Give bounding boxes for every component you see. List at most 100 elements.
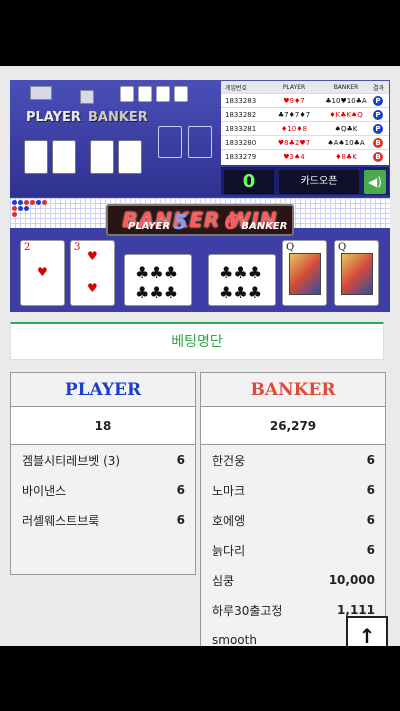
club-icon: ♣♣♣	[135, 263, 179, 282]
history-row: 1833279 ♥3♠4 ♦8♣K B	[221, 149, 389, 163]
status-bar	[0, 0, 400, 66]
bet-row: 심쿵 10,000	[201, 565, 385, 595]
player-bets-heading: PLAYER	[11, 373, 195, 407]
heart-icon: ♥	[87, 249, 98, 263]
history-col-player: PLAYER	[282, 83, 306, 91]
bet-amount: 6	[176, 513, 185, 527]
history-col-id: 게임번호	[225, 84, 248, 92]
card-shoe-small	[80, 90, 94, 104]
betting-list-title: 베팅명단	[10, 322, 384, 360]
history-col-result: 결과	[373, 84, 385, 92]
bettor-name: 겜블시티레브벳 (3)	[22, 453, 121, 468]
bet-row: 겜블시티레브벳 (3) 6	[11, 445, 195, 475]
history-id: 1833279	[225, 152, 257, 161]
history-player: ♥8♣2♥7	[277, 138, 311, 147]
road-dot	[12, 200, 17, 205]
bet-row: 한건웅 6	[201, 445, 385, 475]
game-history: 게임번호 PLAYER BANKER 결과 1833283 ♥9♦7 ♣10♥1…	[221, 81, 389, 165]
bettor-name: 바이낸스	[22, 483, 67, 498]
history-row: 1833283 ♥9♦7 ♣10♥10♣A P	[221, 93, 389, 107]
bet-row: 바이낸스 6	[11, 475, 195, 505]
history-banker: ♣10♥10♣A	[325, 96, 367, 105]
history-id: 1833281	[225, 124, 257, 133]
history-player: ♥3♠4	[283, 152, 305, 161]
history-row: 1833282 ♣7♦7♦7 ♦K♣K♠Q P	[221, 107, 389, 121]
banker-card-3: Q	[334, 240, 379, 306]
bettor-name: 호에엥	[212, 513, 246, 528]
card-slot	[158, 126, 182, 158]
table-player-label: PLAYER	[26, 110, 81, 125]
queen-figure	[341, 253, 373, 295]
bettor-name: smooth	[212, 633, 257, 646]
bet-amount: 6	[366, 543, 375, 557]
game-controls: 0 카드오픈 ◀)	[221, 167, 389, 195]
bettor-name: 하루30출고정	[212, 603, 283, 618]
bet-row: 러셀웨스트브룩 6	[11, 505, 195, 535]
history-player: ♦10♦8	[281, 124, 307, 133]
bettor-name: 노마크	[212, 483, 246, 498]
card-slot	[188, 126, 212, 158]
club-icon: ♣♣♣	[135, 283, 179, 302]
history-id: 1833280	[225, 138, 257, 147]
road-dot	[24, 206, 29, 211]
banker-card-1: ♣♣♣ ♣♣♣	[208, 254, 276, 306]
baccarat-game: PLAYER BANKER 게임번호 PLAYER BANKER 결과 1833…	[10, 80, 390, 312]
road-dot	[18, 200, 23, 205]
page-content: PLAYER BANKER 게임번호 PLAYER BANKER 결과 1833…	[0, 66, 400, 646]
banker-score-text: BANKER	[241, 221, 288, 232]
bet-row: 노마크 6	[201, 475, 385, 505]
discard-card	[120, 86, 134, 102]
player-bets-total: 18	[11, 407, 195, 445]
history-row: 1833280 ♥8♣2♥7 ♠A♠10♣A B	[221, 135, 389, 149]
bet-amount: 1,111	[337, 603, 375, 617]
arrow-up-icon: ↑	[358, 624, 376, 646]
heart-icon: ♥	[37, 265, 48, 279]
history-id: 1833283	[225, 96, 257, 105]
result-badge: P	[373, 95, 383, 106]
road-dot	[42, 200, 47, 205]
score-display: 0	[224, 170, 274, 194]
card-rank: 3	[74, 242, 81, 253]
road-dot	[12, 212, 17, 217]
club-icon: ♣♣♣	[219, 263, 263, 282]
table-banker-label: BANKER	[88, 110, 148, 125]
banker-score: 6	[224, 210, 238, 234]
heart-icon: ♥	[87, 281, 98, 295]
scroll-to-top-button[interactable]: ↑	[346, 616, 388, 646]
result-badge: P	[373, 123, 383, 134]
road-dot	[12, 206, 17, 211]
result-badge: B	[373, 137, 383, 148]
history-player: ♥9♦7	[283, 96, 305, 105]
discard-card	[174, 86, 188, 102]
player-card-2: 3 ♥ ♥	[70, 240, 115, 306]
bet-amount: 6	[366, 513, 375, 527]
speaker-icon[interactable]: ◀)	[364, 170, 386, 194]
road-dot	[36, 200, 41, 205]
bet-row: 호에엥 6	[201, 505, 385, 535]
player-card-3: ♣♣♣ ♣♣♣	[124, 254, 192, 306]
history-id: 1833282	[225, 110, 257, 119]
result-badge: B	[373, 151, 383, 162]
banker-card	[90, 140, 114, 174]
history-row: 1833281 ♦10♦8 ♠Q♣K P	[221, 121, 389, 135]
history-banker: ♦K♣K♠Q	[329, 110, 363, 119]
result-badge: P	[373, 109, 383, 120]
discard-card	[156, 86, 170, 102]
history-banker: ♦8♣K	[335, 152, 357, 161]
bet-amount: 6	[366, 483, 375, 497]
queen-figure	[289, 253, 321, 295]
banker-card-2: Q	[282, 240, 327, 306]
player-card	[52, 140, 76, 174]
banker-score-label: 6 BANKER	[224, 210, 287, 234]
player-score-label: PLAYER 5	[128, 210, 187, 234]
open-cards-button[interactable]: 카드오픈	[279, 170, 359, 194]
card-rank: Q	[338, 242, 347, 253]
history-header: 게임번호 PLAYER BANKER 결과	[221, 81, 389, 93]
bet-amount: 6	[176, 483, 185, 497]
bet-row: 늙다리 6	[201, 535, 385, 565]
history-banker: ♠Q♣K	[334, 124, 358, 133]
road-dot	[30, 200, 35, 205]
player-score-text: PLAYER	[128, 221, 171, 232]
bet-amount: 10,000	[328, 573, 375, 587]
card-rank: Q	[286, 242, 295, 253]
